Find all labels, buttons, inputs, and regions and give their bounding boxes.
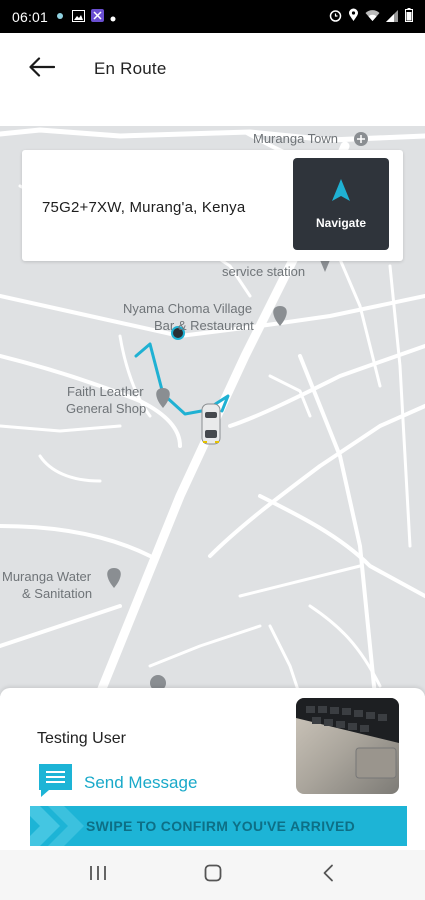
page-title: En Route — [94, 59, 167, 78]
gallery-icon — [72, 9, 86, 25]
recent-apps-icon — [89, 865, 107, 886]
wifi-icon — [365, 9, 380, 25]
destination-address: 75G2+7XW, Murang'a, Kenya — [42, 199, 246, 216]
system-back-button[interactable] — [308, 855, 348, 895]
map-label-nyama-choma: Nyama Choma Village — [123, 301, 253, 316]
map-label-muranga-town: Muranga Town — [253, 131, 339, 146]
map-label-muranga-water-2: & Sanitation — [22, 586, 93, 601]
notification-icon — [54, 9, 66, 25]
navigate-button[interactable]: Navigate — [293, 158, 389, 250]
send-message-button[interactable]: Send Message — [37, 762, 197, 803]
home-button[interactable] — [193, 855, 233, 895]
navigation-arrow-icon — [332, 178, 350, 206]
swipe-to-confirm-slider[interactable]: SWIPE TO CONFIRM YOU'VE ARRIVED — [30, 806, 407, 846]
back-icon — [322, 864, 334, 887]
back-button[interactable] — [22, 49, 62, 89]
send-message-label: Send Message — [84, 772, 198, 792]
destination-card: 75G2+7XW, Murang'a, Kenya Navigate — [22, 150, 403, 261]
map-label-nyama-choma-2: Bar & Restaurant — [154, 318, 254, 333]
signal-icon — [386, 9, 399, 25]
recent-apps-button[interactable] — [78, 855, 118, 895]
map-label-muranga-water: Muranga Water — [2, 569, 92, 584]
alarm-icon — [329, 9, 342, 25]
header: En Route — [0, 33, 425, 105]
navigate-label: Navigate — [315, 215, 367, 230]
map-label-faith-leather-2: General Shop — [66, 401, 147, 416]
arrow-left-icon — [29, 56, 56, 82]
app-icon — [91, 8, 105, 25]
location-icon — [348, 8, 359, 25]
map-label-service-station: service station — [222, 264, 306, 279]
rider-name: Testing User — [37, 730, 126, 747]
map-label-faith-leather: Faith Leather — [67, 384, 144, 399]
dot-icon — [110, 9, 116, 25]
chat-icon — [37, 762, 74, 803]
battery-icon — [405, 8, 413, 25]
swipe-label: SWIPE TO CONFIRM YOU'VE ARRIVED — [86, 818, 356, 834]
status-time: 06:01 — [12, 8, 49, 25]
rider-photo — [296, 698, 399, 794]
status-bar: 06:01 — [0, 0, 425, 33]
system-nav-bar — [0, 850, 425, 900]
home-icon — [204, 864, 222, 887]
rider-panel: Testing User Send Message SWIPE TO CONFI… — [0, 688, 425, 850]
